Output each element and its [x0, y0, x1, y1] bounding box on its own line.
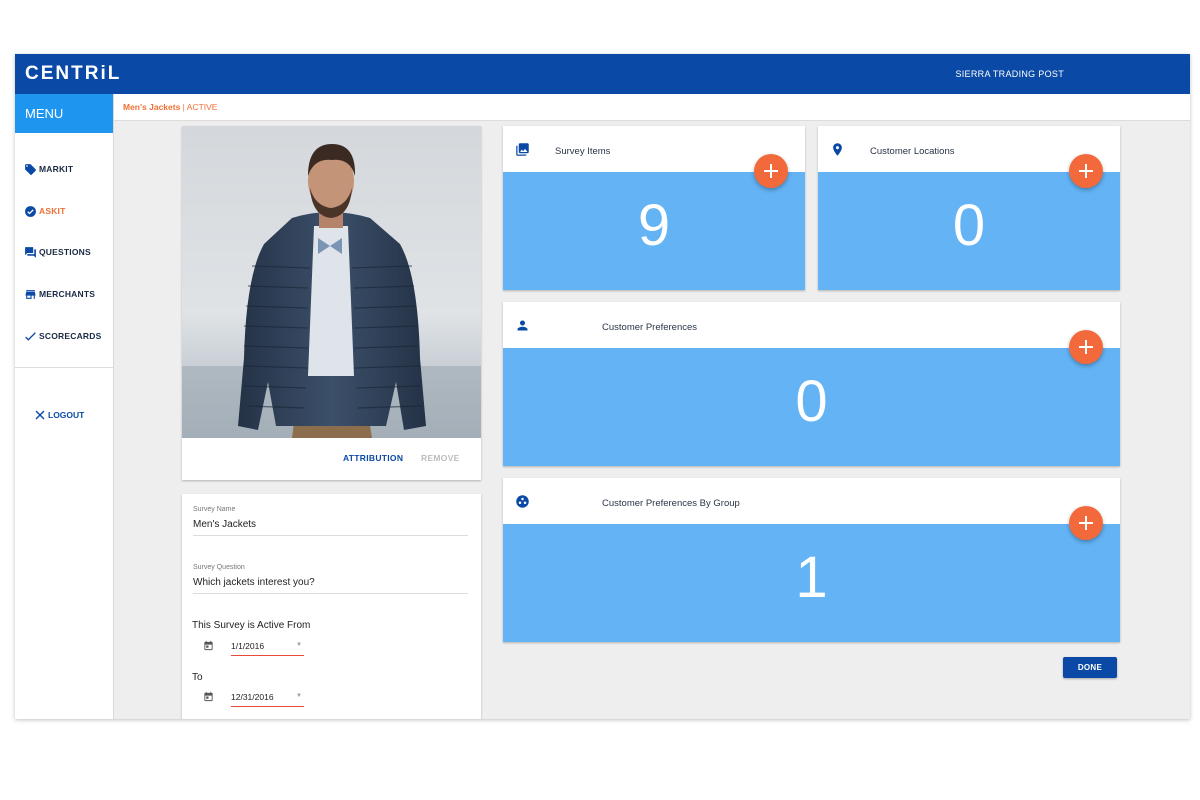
person-icon [517, 320, 528, 331]
organization-name: SIERRA TRADING POST [955, 69, 1064, 79]
sidebar-item-askit[interactable]: ASKIT [24, 203, 66, 219]
breadcrumb-name: Men's Jackets [123, 102, 181, 112]
sidebar-item-label: MERCHANTS [39, 289, 96, 299]
from-date-value: 1/1/2016 [231, 641, 265, 651]
survey-question-input[interactable]: Which jackets interest you? [193, 577, 468, 594]
add-survey-item-button[interactable] [754, 154, 788, 188]
tile-header: Customer Preferences By Group [503, 478, 1120, 524]
plus-icon [1079, 164, 1093, 178]
customer-preferences-group-tile[interactable]: Customer Preferences By Group 1 [503, 478, 1120, 642]
tile-title: Customer Locations [870, 146, 955, 157]
breadcrumb-status: | ACTIVE [180, 102, 218, 112]
store-icon [25, 289, 36, 299]
to-date-picker[interactable]: 12/31/2016 ▼ [231, 692, 304, 707]
survey-form-card: Survey Name Men's Jackets Survey Questio… [182, 494, 481, 719]
tile-header: Customer Preferences [503, 302, 1120, 348]
group-work-icon [516, 495, 529, 508]
dropdown-arrow-icon: ▼ [296, 642, 302, 648]
sidebar-item-questions[interactable]: QUESTIONS [24, 244, 91, 260]
sidebar-item-label: SCORECARDS [39, 331, 102, 341]
location-pin-icon [833, 143, 842, 156]
forum-icon [25, 246, 36, 258]
attribution-button[interactable]: ATTRIBUTION [343, 453, 403, 463]
top-bar: CENTRiL SIERRA TRADING POST [15, 54, 1190, 94]
customer-preferences-count: 0 [795, 369, 828, 434]
from-date-picker[interactable]: 1/1/2016 ▼ [231, 641, 304, 656]
survey-name-label: Survey Name [193, 506, 236, 513]
tag-icon [25, 163, 36, 175]
sidebar-divider [15, 367, 113, 368]
sidebar-item-scorecards[interactable]: SCORECARDS [24, 328, 101, 344]
photo-library-icon [516, 143, 529, 156]
active-from-label: This Survey is Active From [192, 620, 311, 631]
survey-items-tile[interactable]: Survey Items 9 [503, 126, 805, 290]
sidebar: MENU MARKIT ASKIT QUESTIONS MERCHANTS SC… [15, 94, 114, 719]
sidebar-item-merchants[interactable]: MERCHANTS [24, 286, 95, 302]
survey-question-label: Survey Question [193, 564, 245, 571]
plus-icon [1079, 340, 1093, 354]
survey-items-count: 9 [637, 193, 671, 258]
tile-body: 1 [503, 524, 1120, 642]
done-button[interactable]: DONE [1063, 657, 1117, 678]
customer-locations-tile[interactable]: Customer Locations 0 [818, 126, 1120, 290]
plus-icon [764, 164, 778, 178]
tile-title: Customer Preferences By Group [602, 498, 740, 509]
breadcrumb: Men's Jackets | ACTIVE [114, 94, 1190, 121]
image-actions: ATTRIBUTION REMOVE [182, 438, 481, 480]
sidebar-item-label: QUESTIONS [39, 247, 91, 257]
to-date-value: 12/31/2016 [231, 692, 274, 702]
customer-preferences-tile[interactable]: Customer Preferences 0 [503, 302, 1120, 466]
customer-locations-count: 0 [952, 193, 986, 258]
plus-icon [1079, 516, 1093, 530]
customer-preferences-group-count: 1 [795, 545, 828, 610]
to-label: To [192, 672, 203, 683]
tile-title: Survey Items [555, 146, 611, 157]
logout-button[interactable]: LOGOUT [35, 410, 84, 420]
calendar-icon[interactable] [203, 691, 214, 702]
breadcrumb-text: Men's Jackets | ACTIVE [123, 102, 217, 112]
add-preference-group-button[interactable] [1069, 506, 1103, 540]
remove-button[interactable]: REMOVE [421, 453, 460, 463]
menu-header[interactable]: MENU [15, 94, 113, 133]
close-icon [35, 410, 45, 420]
sidebar-item-label: ASKIT [39, 206, 66, 216]
jacket-model-photo [182, 126, 481, 438]
add-customer-location-button[interactable] [1069, 154, 1103, 188]
tile-body: 9 [503, 172, 805, 290]
menu-label: MENU [25, 106, 64, 121]
tile-body: 0 [818, 172, 1120, 290]
sidebar-item-markit[interactable]: MARKIT [24, 161, 73, 177]
check-icon [25, 331, 36, 341]
app-window: CENTRiL SIERRA TRADING POST MENU MARKIT … [15, 54, 1190, 719]
logo: CENTRiL [25, 63, 122, 84]
survey-name-input[interactable]: Men's Jackets [193, 519, 468, 536]
add-customer-preference-button[interactable] [1069, 330, 1103, 364]
calendar-icon[interactable] [203, 640, 214, 651]
sidebar-item-label: MARKIT [39, 164, 74, 174]
product-image [182, 126, 481, 438]
tile-title: Customer Preferences [602, 322, 698, 333]
check-circle-icon [25, 205, 36, 217]
logout-label: LOGOUT [48, 410, 85, 420]
tile-body: 0 [503, 348, 1120, 466]
dropdown-arrow-icon: ▼ [296, 693, 302, 699]
survey-image-card: ATTRIBUTION REMOVE [182, 126, 481, 480]
